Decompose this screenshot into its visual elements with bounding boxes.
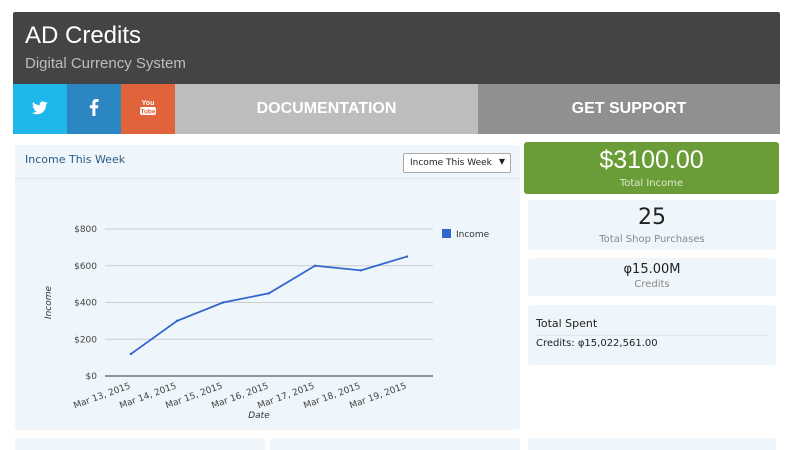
y-tick-label: $400 xyxy=(74,299,97,309)
y-tick-label: $0 xyxy=(86,372,98,382)
youtube-button[interactable]: You Tube xyxy=(121,84,175,134)
data-point xyxy=(405,255,409,258)
total-income-card: $3100.00 Total Income xyxy=(524,142,779,194)
bottom-panel xyxy=(528,438,776,450)
legend-swatch xyxy=(442,229,451,238)
app-header: AD Credits Digital Currency System xyxy=(13,12,780,84)
shop-purchases-card: 25 Total Shop Purchases xyxy=(528,200,776,250)
total-spent-card: Total Spent Credits: φ15,022,561.00 xyxy=(528,305,776,365)
legend-label: Income xyxy=(456,230,490,240)
data-point xyxy=(221,301,225,304)
total-income-label: Total Income xyxy=(619,178,684,189)
app-title: AD Credits xyxy=(25,22,142,49)
x-axis-title: Date xyxy=(248,411,270,421)
svg-text:Tube: Tube xyxy=(140,109,155,116)
bottom-panel xyxy=(15,438,265,450)
income-line-chart: $0$200$400$600$800Mar 13, 2015Mar 14, 20… xyxy=(44,225,490,421)
total-spent-title: Total Spent xyxy=(536,317,598,330)
total-spent-value: Credits: φ15,022,561.00 xyxy=(536,338,658,349)
credits-label: Credits xyxy=(634,279,670,290)
data-point xyxy=(129,352,133,356)
app-subtitle: Digital Currency System xyxy=(25,55,186,72)
twitter-icon xyxy=(32,100,48,119)
shop-purchases-value: 25 xyxy=(638,205,666,230)
data-point xyxy=(313,264,317,267)
y-tick-label: $200 xyxy=(74,335,97,345)
divider xyxy=(536,335,768,336)
total-income-value: $3100.00 xyxy=(599,146,704,174)
credits-value: φ15.00M xyxy=(623,262,681,277)
youtube-icon: You Tube xyxy=(138,97,158,121)
facebook-button[interactable] xyxy=(67,84,121,134)
documentation-button[interactable]: DOCUMENTATION xyxy=(175,84,478,134)
nav-bar: You Tube DOCUMENTATION GET SUPPORT xyxy=(13,84,780,134)
y-axis-title: Income xyxy=(44,285,54,319)
credits-card: φ15.00M Credits xyxy=(528,258,776,296)
data-point xyxy=(359,269,363,272)
y-tick-label: $800 xyxy=(74,225,97,235)
facebook-icon xyxy=(89,98,99,120)
shop-purchases-label: Total Shop Purchases xyxy=(599,234,705,245)
data-point xyxy=(175,319,179,323)
get-support-button[interactable]: GET SUPPORT xyxy=(478,84,780,134)
svg-text:You: You xyxy=(142,100,155,107)
data-point xyxy=(267,292,271,295)
bottom-panel xyxy=(270,438,520,450)
twitter-button[interactable] xyxy=(13,84,67,134)
y-tick-label: $600 xyxy=(74,262,97,272)
